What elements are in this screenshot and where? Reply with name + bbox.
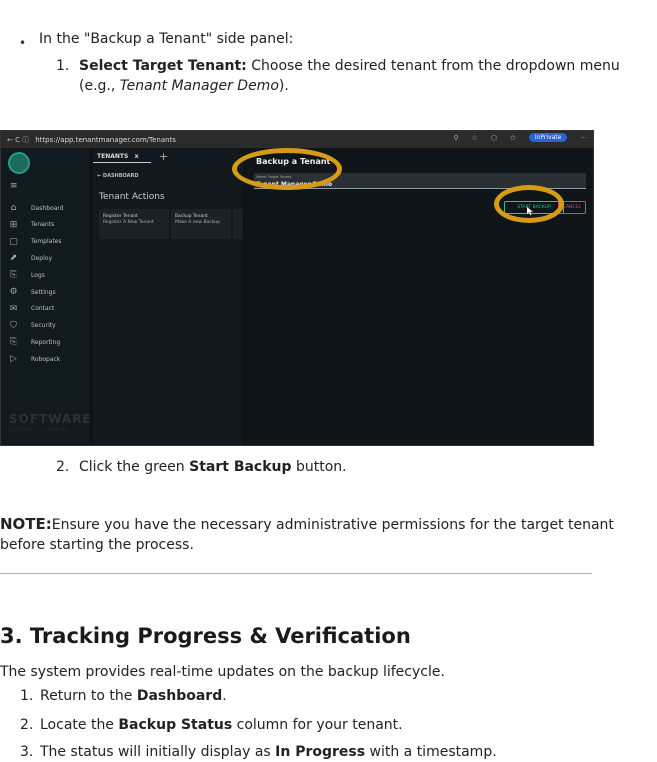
tab-underline — [93, 162, 151, 163]
list-text-a: Return to the — [40, 688, 137, 704]
add-tab-icon: + — [159, 150, 169, 163]
robopack-icon: ▷ — [10, 354, 17, 365]
list-text-c: column for your tenant. — [232, 717, 403, 733]
card-title: Backup Tenant — [175, 214, 208, 219]
list-text-c: . — [222, 688, 227, 704]
bullet-text: In the "Backup a Tenant" side panel: — [39, 31, 294, 47]
sidebar-item-label: Logs — [31, 271, 45, 279]
list-number: 1. — [20, 688, 34, 704]
step-1-number: 1. — [56, 58, 70, 74]
sidebar-item-deploy: ⬈ Deploy — [9, 253, 52, 263]
settings-icon: ⚙ — [9, 287, 18, 297]
divider — [0, 573, 592, 574]
card-desc: Register A New Tenant — [103, 220, 154, 225]
list-item: 2. Locate the Backup Status column for y… — [20, 715, 403, 735]
inprivate-badge: InPrivate — [528, 133, 568, 142]
tab-tenants-label: TENANTS — [97, 153, 129, 160]
tab-close-icon: x — [134, 153, 139, 160]
step-2-text-a: Click the green — [79, 459, 190, 475]
list-number: 2. — [20, 717, 34, 733]
dashboard-icon: ⌂ — [10, 203, 17, 213]
step-2: 2. Click the green Start Backup button. — [56, 457, 347, 477]
sidebar-item-label: Dashboard — [31, 204, 64, 212]
security-icon: ⛉ — [10, 320, 17, 331]
sidebar-item-label: Robopack — [31, 355, 61, 363]
list-text-a: The status will initially display as — [40, 744, 276, 760]
zoom-icon: ⚲ — [453, 133, 459, 142]
extension-icon: ⬡ — [490, 133, 497, 142]
register-tenant-card: Register Tenant Register A New Tenant — [99, 209, 169, 239]
list-text-c: with a timestamp. — [365, 744, 497, 760]
sidebar-item-settings: ⚙ Settings — [9, 287, 56, 297]
tenants-icon: ⊞ — [9, 219, 18, 230]
list-text-bold: Backup Status — [118, 717, 233, 733]
app-screenshot: ← C ⓘ https://app.tenantmanager.com/Tena… — [0, 130, 594, 446]
browser-nav-icons: ← C ⓘ — [7, 135, 30, 144]
tab-tenants: TENANTS x — [97, 153, 138, 160]
templates-icon: ▢ — [9, 236, 18, 247]
deploy-icon: ⬈ — [9, 253, 18, 264]
cut-off-card — [233, 209, 243, 239]
sidebar-item-contact: ✉ Contact — [9, 303, 55, 314]
menu-icon: ≡ — [10, 181, 18, 191]
list-text-a: Locate the — [40, 717, 119, 733]
watermark-subtitle: CENTRAL · LEARNING — [9, 427, 70, 432]
sidebar-item-templates: ▢ Templates — [9, 236, 62, 247]
app-logo — [8, 152, 30, 174]
list-item: 3. The status will initially display as … — [20, 742, 497, 762]
reporting-icon: ⎘ — [9, 337, 18, 348]
sidebar-item-logs: ⎘ Logs — [9, 270, 45, 280]
sidebar-item-label: Tenants — [31, 221, 55, 229]
note-paragraph: NOTE:Ensure you have the necessary admin… — [0, 514, 657, 555]
sidebar-item-tenants: ⊞ Tenants — [9, 220, 54, 230]
card-title: Register Tenant — [103, 214, 138, 219]
note-text: Ensure you have the necessary administra… — [0, 517, 614, 553]
sidebar-item-label: Settings — [31, 288, 56, 296]
highlight-ring-button — [494, 185, 564, 223]
sidebar-item-label: Deploy — [31, 254, 53, 262]
watermark-logo: SOFTWARE — [9, 412, 92, 426]
list-number: 3. — [20, 744, 34, 760]
bullet-marker: • — [19, 36, 27, 50]
app-sidebar: ≡ ⌂ Dashboard ⊞ Tenants ▢ Templates ⬈ Deploy ⎘ Lo… — [1, 148, 92, 445]
sidebar-item-label: Contact — [31, 305, 55, 313]
section-lead: The system provides real-time updates on… — [0, 664, 445, 680]
tenants-tab-area: TENANTS x + ← DASHBOARD Tenant Actions R… — [93, 148, 243, 445]
highlight-ring-panel — [232, 148, 342, 190]
step-1-label: Select Target Tenant: — [79, 58, 247, 74]
card-desc: Make A new Backup — [175, 220, 221, 225]
step-2-number: 2. — [56, 459, 70, 475]
sidebar-item-robopack: ▷ Robopack — [9, 354, 60, 364]
step-1-text-b: ). — [278, 78, 289, 94]
sidebar-item-dashboard: ⌂ Dashboard — [9, 203, 64, 213]
tenant-actions-title: Tenant Actions — [99, 192, 165, 202]
step-1-example: Tenant Manager Demo — [119, 78, 279, 94]
sidebar-item-label: Reporting — [31, 338, 61, 346]
more-icon: ··· — [580, 133, 587, 142]
section-heading: 3. Tracking Progress & Verification — [0, 624, 411, 648]
sidebar-item-label: Security — [31, 322, 56, 330]
step-2-text-b: button. — [291, 459, 347, 475]
list-text-bold: Dashboard — [136, 688, 223, 704]
contact-icon: ✉ — [9, 303, 18, 314]
list-text-bold: In Progress — [275, 744, 366, 760]
star-icon: ☆ — [471, 133, 478, 142]
step-2-bold: Start Backup — [189, 459, 292, 475]
logs-icon: ⎘ — [9, 270, 18, 281]
dashboard-back-link: ← DASHBOARD — [97, 173, 139, 179]
sidebar-item-security: ⛉ Security — [9, 321, 56, 331]
backup-tenant-card: Backup Tenant Make A new Backup — [171, 209, 231, 239]
browser-bar: ← C ⓘ https://app.tenantmanager.com/Tena… — [1, 131, 593, 148]
sidebar-item-label: Templates — [31, 238, 62, 246]
step-1: 1. Select Target Tenant: Choose the desi… — [56, 56, 636, 96]
note-label: NOTE: — [0, 515, 52, 533]
browser-actions: ⚲ ☆ ⬡ ✩ InPrivate ··· — [447, 133, 587, 142]
browser-url: https://app.tenantmanager.com/Tenants — [35, 135, 176, 144]
sidebar-item-reporting: ⎘ Reporting — [9, 337, 60, 347]
favorites-icon: ✩ — [509, 133, 516, 142]
list-item: 1. Return to the Dashboard. — [20, 686, 227, 706]
